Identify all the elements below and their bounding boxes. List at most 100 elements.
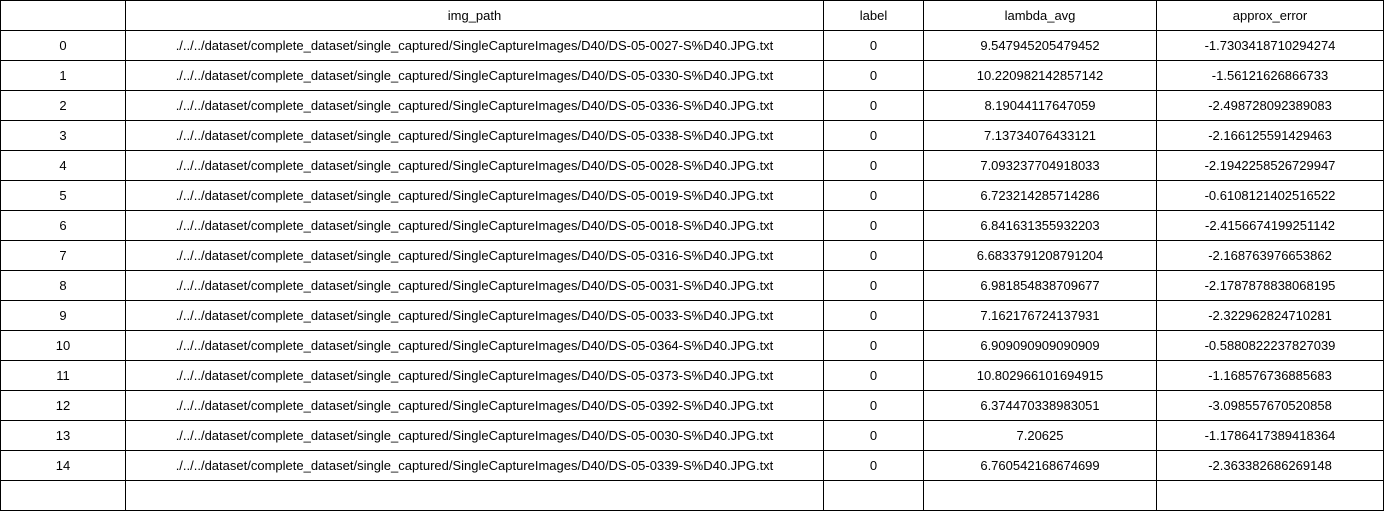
label-cell: 0	[823, 180, 924, 211]
row-index-cell: 3	[0, 120, 126, 151]
table-row: 14 ./../../dataset/complete_dataset/singl…	[0, 450, 1384, 481]
img-path-column-header: img_path	[125, 0, 824, 31]
label-cell: 0	[823, 390, 924, 421]
table-row: 0 ./../../dataset/complete_dataset/single…	[0, 30, 1384, 61]
table-row: 4 ./../../dataset/complete_dataset/single…	[0, 150, 1384, 181]
img-path-cell: ./../../dataset/complete_dataset/single_…	[125, 360, 824, 391]
approx-error-cell: -2.166125591429463	[1156, 120, 1384, 151]
label-cell: 0	[823, 420, 924, 451]
table-row: 9 ./../../dataset/complete_dataset/single…	[0, 300, 1384, 331]
label-cell: 0	[823, 300, 924, 331]
approx-error-cell: -1.7303418710294274	[1156, 30, 1384, 61]
lambda-avg-cell: 10.802966101694915	[923, 360, 1157, 391]
lambda-avg-cell: 6.6833791208791204	[923, 240, 1157, 271]
label-cell: 0	[823, 120, 924, 151]
row-index-cell: 5	[0, 180, 126, 211]
lambda-avg-cell: 9.547945205479452	[923, 30, 1157, 61]
img-path-cell: ./../../dataset/complete_dataset/single_…	[125, 240, 824, 271]
row-index-cell: 1	[0, 60, 126, 91]
lambda-avg-cell: 6.374470338983051	[923, 390, 1157, 421]
lambda-avg-column-header: lambda_avg	[923, 0, 1157, 31]
label-cell: 0	[823, 150, 924, 181]
approx-error-cell	[1156, 480, 1384, 511]
img-path-cell: ./../../dataset/complete_dataset/single_…	[125, 150, 824, 181]
label-cell: 0	[823, 90, 924, 121]
approx-error-cell: -2.168763976653862	[1156, 240, 1384, 271]
table-row: 8 ./../../dataset/complete_dataset/single…	[0, 270, 1384, 301]
img-path-cell: ./../../dataset/complete_dataset/single_…	[125, 120, 824, 151]
label-cell: 0	[823, 210, 924, 241]
img-path-cell	[125, 480, 824, 511]
table-row: 13 ./../../dataset/complete_dataset/singl…	[0, 420, 1384, 451]
lambda-avg-cell: 6.981854838709677	[923, 270, 1157, 301]
table-header: img_path label lambda_avg approx_error	[0, 0, 1384, 31]
table-row: 12 ./../../dataset/complete_dataset/singl…	[0, 390, 1384, 421]
table-row: 1 ./../../dataset/complete_dataset/single…	[0, 60, 1384, 91]
dataframe-table: img_path label lambda_avg approx_error 0…	[0, 0, 1384, 511]
approx-error-cell: -0.6108121402516522	[1156, 180, 1384, 211]
lambda-avg-cell: 7.093237704918033	[923, 150, 1157, 181]
table-row: 3 ./../../dataset/complete_dataset/single…	[0, 120, 1384, 151]
approx-error-cell: -2.498728092389083	[1156, 90, 1384, 121]
row-index-cell: 0	[0, 30, 126, 61]
table-row: 11 ./../../dataset/complete_dataset/singl…	[0, 360, 1384, 391]
img-path-cell: ./../../dataset/complete_dataset/single_…	[125, 180, 824, 211]
label-cell: 0	[823, 30, 924, 61]
img-path-cell: ./../../dataset/complete_dataset/single_…	[125, 330, 824, 361]
approx-error-cell: -0.5880822237827039	[1156, 330, 1384, 361]
approx-error-cell: -1.1786417389418364	[1156, 420, 1384, 451]
row-index-cell: 13	[0, 420, 126, 451]
lambda-avg-cell: 6.841631355932203	[923, 210, 1157, 241]
lambda-avg-cell: 6.723214285714286	[923, 180, 1157, 211]
row-index-cell: 10	[0, 330, 126, 361]
lambda-avg-cell: 6.909090909090909	[923, 330, 1157, 361]
approx-error-cell: -1.56121626866733	[1156, 60, 1384, 91]
lambda-avg-cell: 10.220982142857142	[923, 60, 1157, 91]
table-row: 5 ./../../dataset/complete_dataset/single…	[0, 180, 1384, 211]
row-index-cell: 2	[0, 90, 126, 121]
img-path-cell: ./../../dataset/complete_dataset/single_…	[125, 270, 824, 301]
table-body: 0 ./../../dataset/complete_dataset/single…	[0, 30, 1384, 511]
lambda-avg-cell: 7.13734076433121	[923, 120, 1157, 151]
approx-error-cell: -2.1942258526729947	[1156, 150, 1384, 181]
row-index-cell: 4	[0, 150, 126, 181]
lambda-avg-cell: 6.760542168674699	[923, 450, 1157, 481]
approx-error-cell: -2.4156674199251142	[1156, 210, 1384, 241]
label-cell: 0	[823, 60, 924, 91]
approx-error-cell: -2.363382686269148	[1156, 450, 1384, 481]
approx-error-column-header: approx_error	[1156, 0, 1384, 31]
table-row: 6 ./../../dataset/complete_dataset/single…	[0, 210, 1384, 241]
approx-error-cell: -2.322962824710281	[1156, 300, 1384, 331]
img-path-cell: ./../../dataset/complete_dataset/single_…	[125, 90, 824, 121]
label-cell: 0	[823, 330, 924, 361]
label-cell: 0	[823, 270, 924, 301]
row-index-cell: 11	[0, 360, 126, 391]
index-column-header	[0, 0, 126, 31]
img-path-cell: ./../../dataset/complete_dataset/single_…	[125, 60, 824, 91]
label-cell: 0	[823, 450, 924, 481]
lambda-avg-cell: 7.162176724137931	[923, 300, 1157, 331]
img-path-cell: ./../../dataset/complete_dataset/single_…	[125, 450, 824, 481]
img-path-cell: ./../../dataset/complete_dataset/single_…	[125, 420, 824, 451]
approx-error-cell: -2.1787878838068195	[1156, 270, 1384, 301]
row-index-cell: 6	[0, 210, 126, 241]
lambda-avg-cell: 8.19044117647059	[923, 90, 1157, 121]
row-index-cell: 8	[0, 270, 126, 301]
img-path-cell: ./../../dataset/complete_dataset/single_…	[125, 300, 824, 331]
label-column-header: label	[823, 0, 924, 31]
row-index-cell: 12	[0, 390, 126, 421]
approx-error-cell: -1.168576736885683	[1156, 360, 1384, 391]
row-index-cell: 9	[0, 300, 126, 331]
img-path-cell: ./../../dataset/complete_dataset/single_…	[125, 30, 824, 61]
img-path-cell: ./../../dataset/complete_dataset/single_…	[125, 390, 824, 421]
label-cell	[823, 480, 924, 511]
approx-error-cell: -3.098557670520858	[1156, 390, 1384, 421]
label-cell: 0	[823, 240, 924, 271]
row-index-cell	[0, 480, 126, 511]
row-index-cell: 7	[0, 240, 126, 271]
table-row: 2 ./../../dataset/complete_dataset/single…	[0, 90, 1384, 121]
table-row: 7 ./../../dataset/complete_dataset/single…	[0, 240, 1384, 271]
header-row: img_path label lambda_avg approx_error	[0, 0, 1384, 31]
lambda-avg-cell: 7.20625	[923, 420, 1157, 451]
label-cell: 0	[823, 360, 924, 391]
